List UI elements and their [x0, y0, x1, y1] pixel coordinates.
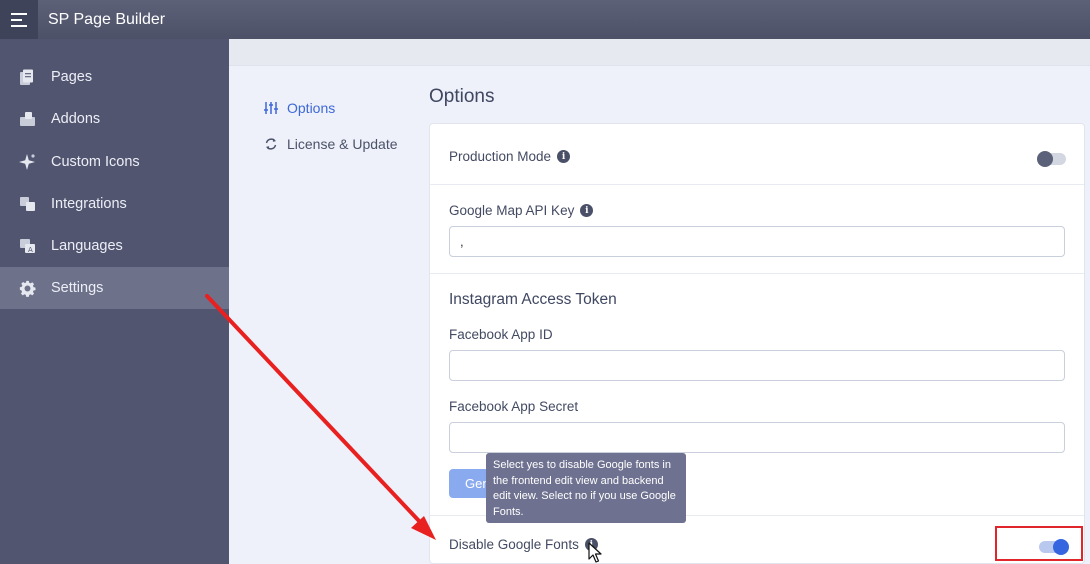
- divider: [430, 273, 1084, 274]
- sparkle-icon: [17, 152, 37, 172]
- facebook-app-secret-input[interactable]: [449, 422, 1065, 453]
- sidebar-item-pages[interactable]: Pages: [0, 56, 229, 98]
- sidebar-item-custom-icons[interactable]: Custom Icons: [0, 141, 229, 183]
- annotation-highlight-box: [995, 526, 1083, 561]
- sidebar-item-addons[interactable]: Addons: [0, 98, 229, 140]
- settings-nav-label: Options: [287, 100, 336, 116]
- refresh-icon: [264, 137, 278, 151]
- sidebar-item-label: Integrations: [51, 196, 127, 212]
- app-title: SP Page Builder: [48, 10, 166, 28]
- pages-icon: [17, 67, 37, 87]
- production-mode-label: Production Mode i: [449, 149, 571, 164]
- sidebar-item-integrations[interactable]: Integrations: [0, 183, 229, 225]
- google-map-api-key-input[interactable]: ,: [449, 226, 1065, 257]
- gear-icon: [17, 278, 37, 298]
- sidebar-item-label: Addons: [51, 111, 101, 127]
- facebook-app-secret-label-text: Facebook App Secret: [449, 399, 579, 414]
- toggle-knob: [1037, 151, 1053, 167]
- sidebar-item-label: Settings: [51, 280, 104, 296]
- header-strip: [229, 39, 1090, 66]
- facebook-app-id-label: Facebook App ID: [449, 327, 553, 342]
- google-map-api-key-value: ,: [460, 234, 464, 249]
- google-map-api-key-label-text: Google Map API Key: [449, 203, 575, 218]
- settings-nav-label: License & Update: [287, 136, 398, 152]
- sidebar-item-languages[interactable]: A Languages: [0, 225, 229, 267]
- divider: [430, 184, 1084, 185]
- instagram-section-title: Instagram Access Token: [449, 291, 617, 308]
- production-mode-label-text: Production Mode: [449, 149, 552, 164]
- page-title: Options: [429, 86, 495, 107]
- svg-text:A: A: [28, 246, 33, 254]
- top-bar: SP Page Builder: [0, 0, 1090, 39]
- disable-google-fonts-tooltip: Select yes to disable Google fonts in th…: [486, 453, 686, 523]
- sidebar-item-label: Pages: [51, 69, 93, 85]
- sidebar: Pages Addons Custom Icons Integrations A…: [0, 39, 229, 564]
- info-icon[interactable]: i: [557, 150, 571, 163]
- facebook-app-id-label-text: Facebook App ID: [449, 327, 553, 342]
- sidebar-item-label: Languages: [51, 238, 123, 254]
- sidebar-item-settings[interactable]: Settings: [0, 267, 229, 309]
- disable-google-fonts-label-text: Disable Google Fonts: [449, 537, 579, 552]
- hamburger-menu-button[interactable]: [0, 0, 38, 39]
- facebook-app-id-input[interactable]: [449, 350, 1065, 381]
- info-icon[interactable]: i: [580, 204, 594, 217]
- integrations-icon: [17, 194, 37, 214]
- facebook-app-secret-label: Facebook App Secret: [449, 399, 578, 414]
- sliders-icon: [264, 101, 278, 115]
- mouse-cursor-icon: [588, 542, 602, 563]
- settings-nav-options[interactable]: Options: [264, 100, 335, 116]
- addons-icon: [17, 109, 37, 129]
- disable-google-fonts-label: Disable Google Fonts i: [449, 537, 598, 552]
- hamburger-icon: [11, 12, 27, 27]
- languages-icon: A: [17, 236, 37, 256]
- settings-nav-license-update[interactable]: License & Update: [264, 136, 398, 152]
- sidebar-item-label: Custom Icons: [51, 154, 140, 170]
- production-mode-toggle[interactable]: [1037, 151, 1066, 167]
- google-map-api-key-label: Google Map API Key i: [449, 203, 594, 218]
